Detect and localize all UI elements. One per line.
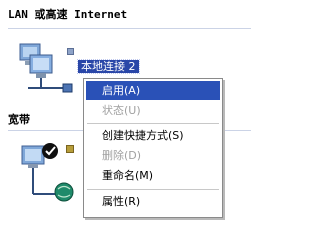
menu-item-enable[interactable]: 启用(A) bbox=[86, 81, 220, 100]
group-header-broadband: 宽带 bbox=[8, 113, 30, 126]
group-divider-lan bbox=[8, 28, 251, 29]
lan-status-icon bbox=[67, 48, 74, 55]
menu-item-create-shortcut[interactable]: 创建快捷方式(S) bbox=[86, 126, 220, 145]
lock-icon bbox=[66, 145, 74, 153]
menu-separator bbox=[87, 189, 219, 190]
context-menu: 启用(A) 状态(U) 创建快捷方式(S) 删除(D) 重命名(M) 属性(R) bbox=[83, 78, 223, 218]
network-computers-icon[interactable] bbox=[18, 42, 74, 94]
connection-name-selected[interactable]: 本地连接 2 bbox=[77, 59, 140, 74]
menu-item-rename[interactable]: 重命名(M) bbox=[86, 166, 220, 185]
menu-item-properties[interactable]: 属性(R) bbox=[86, 192, 220, 211]
menu-item-status[interactable]: 状态(U) bbox=[86, 101, 220, 120]
menu-item-delete[interactable]: 删除(D) bbox=[86, 146, 220, 165]
menu-separator bbox=[87, 123, 219, 124]
group-header-lan: LAN 或高速 Internet bbox=[8, 8, 128, 21]
